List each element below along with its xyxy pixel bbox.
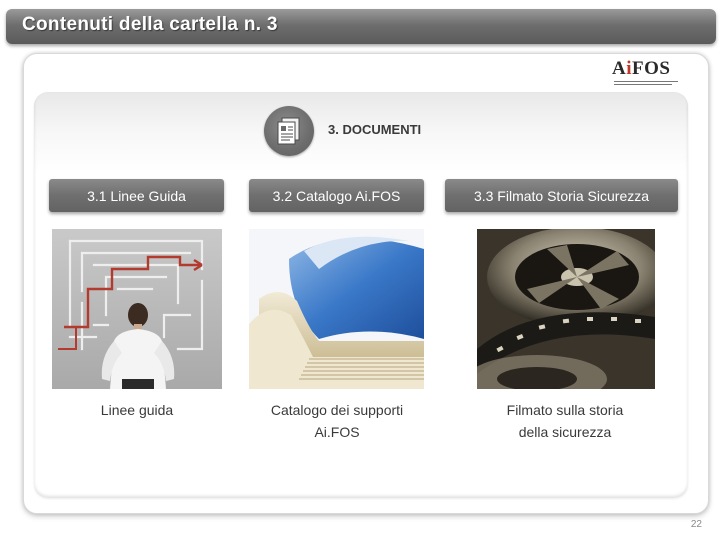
caption-filmato: Filmato sulla storia della sicurezza (506, 402, 624, 440)
section-title: 3. DOCUMENTI (328, 122, 422, 137)
maze-businessman-image[interactable] (52, 229, 222, 389)
caption-catalogo: Catalogo dei supporti Ai.FOS (270, 402, 404, 440)
logo-wordmark: AiFOS (612, 58, 671, 79)
filmato-storia-button[interactable]: 3.3 Filmato Storia Sicurezza (445, 179, 678, 212)
catalog-pages-image[interactable] (249, 229, 424, 389)
caption-linee-guida: Linee guida (100, 402, 174, 418)
page-number: 22 (690, 519, 702, 530)
aifos-logo: AiFOS (612, 58, 680, 88)
linee-guida-button[interactable]: 3.1 Linee Guida (49, 179, 224, 212)
film-reel-image[interactable] (477, 229, 655, 389)
logo-tagline-lines (614, 79, 678, 85)
catalogo-aifos-button[interactable]: 3.2 Catalogo Ai.FOS (249, 179, 424, 212)
document-icon (264, 106, 314, 156)
slide-title: Contenuti della cartella n. 3 (22, 14, 278, 35)
